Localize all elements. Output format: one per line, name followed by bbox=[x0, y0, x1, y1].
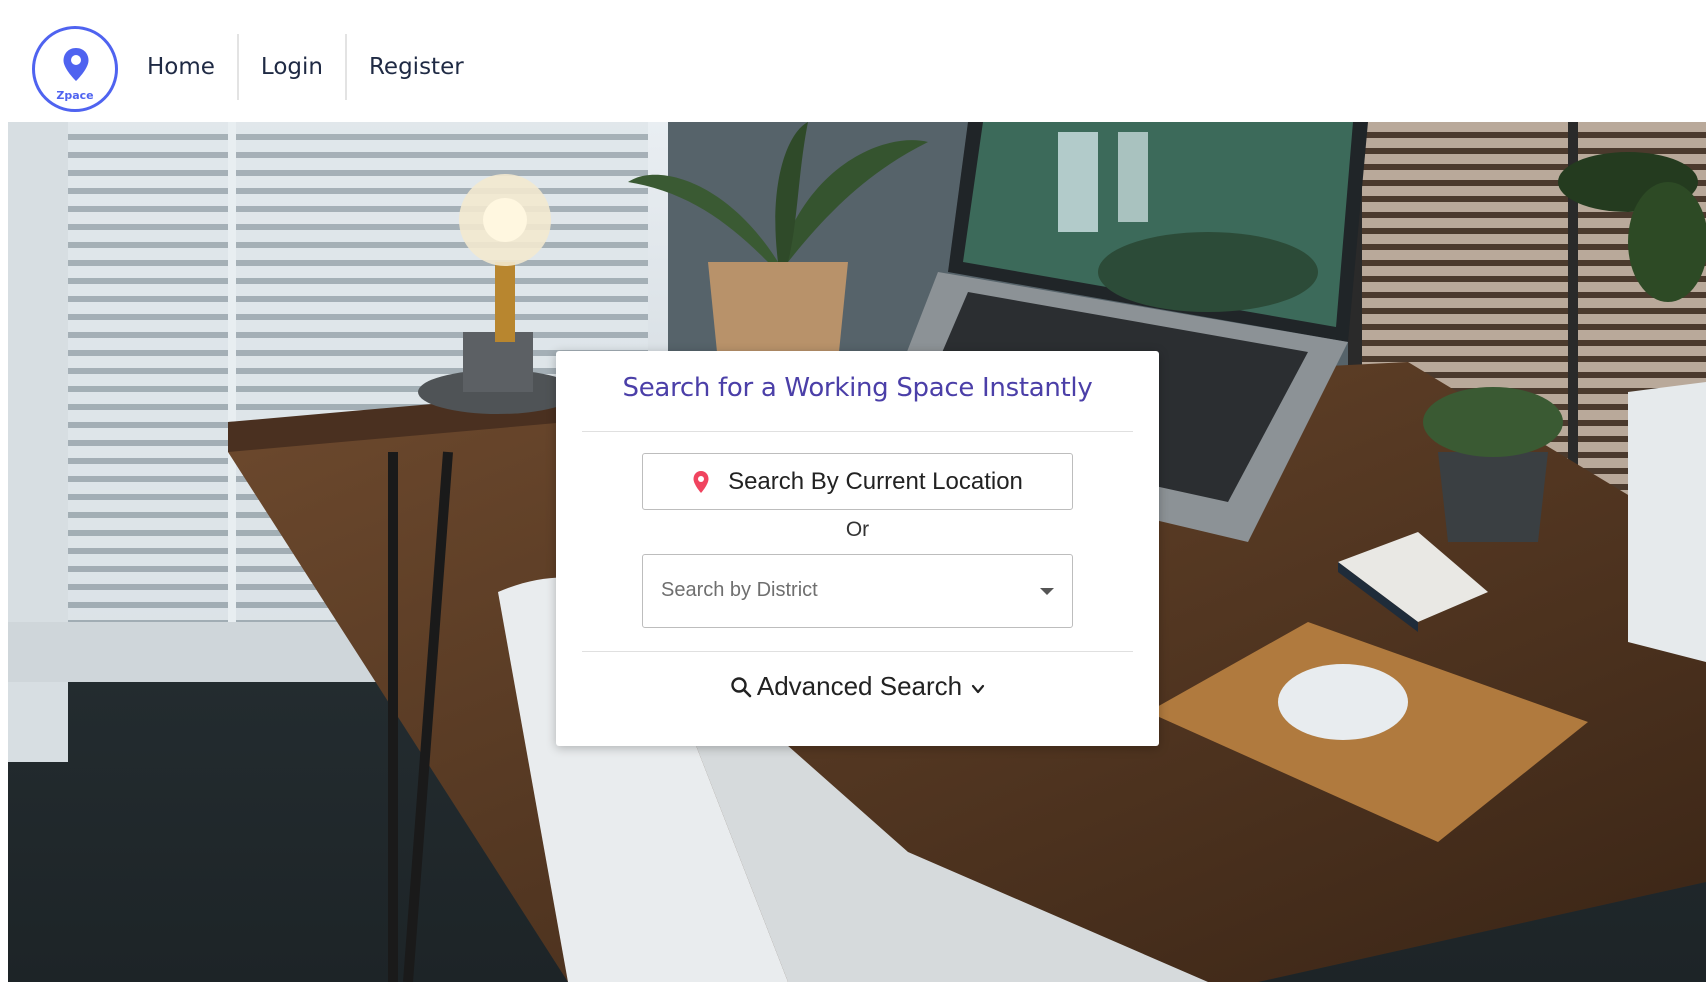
or-separator: Or bbox=[845, 518, 870, 541]
search-icon bbox=[731, 676, 752, 697]
advanced-search-toggle[interactable]: Advanced Search bbox=[556, 671, 1159, 702]
logo-text: Zpace bbox=[56, 89, 94, 102]
location-button-label: Search By Current Location bbox=[728, 467, 1023, 495]
top-navbar: Zpace Home Login Register bbox=[0, 0, 1706, 122]
nav-home[interactable]: Home bbox=[125, 34, 237, 100]
nav-login[interactable]: Login bbox=[239, 34, 345, 100]
district-select[interactable]: Search by District bbox=[642, 554, 1073, 628]
card-divider-bottom bbox=[582, 651, 1133, 652]
nav-register[interactable]: Register bbox=[347, 34, 486, 100]
dropdown-caret-icon bbox=[1040, 588, 1054, 595]
district-placeholder: Search by District bbox=[661, 579, 818, 601]
card-title: Search for a Working Space Instantly bbox=[622, 373, 1093, 403]
hero-background: Search for a Working Space Instantly Sea… bbox=[8, 122, 1706, 982]
advanced-search-label: Advanced Search bbox=[756, 671, 963, 701]
search-by-location-button[interactable]: Search By Current Location bbox=[642, 453, 1073, 510]
chevron-down-icon bbox=[972, 684, 985, 693]
zpace-logo[interactable]: Zpace bbox=[32, 26, 118, 112]
search-card: Search for a Working Space Instantly Sea… bbox=[556, 351, 1159, 746]
map-pin-icon bbox=[63, 48, 89, 81]
main-nav: Home Login Register bbox=[125, 34, 486, 100]
location-pin-icon bbox=[693, 470, 709, 493]
card-divider-top bbox=[582, 431, 1133, 432]
